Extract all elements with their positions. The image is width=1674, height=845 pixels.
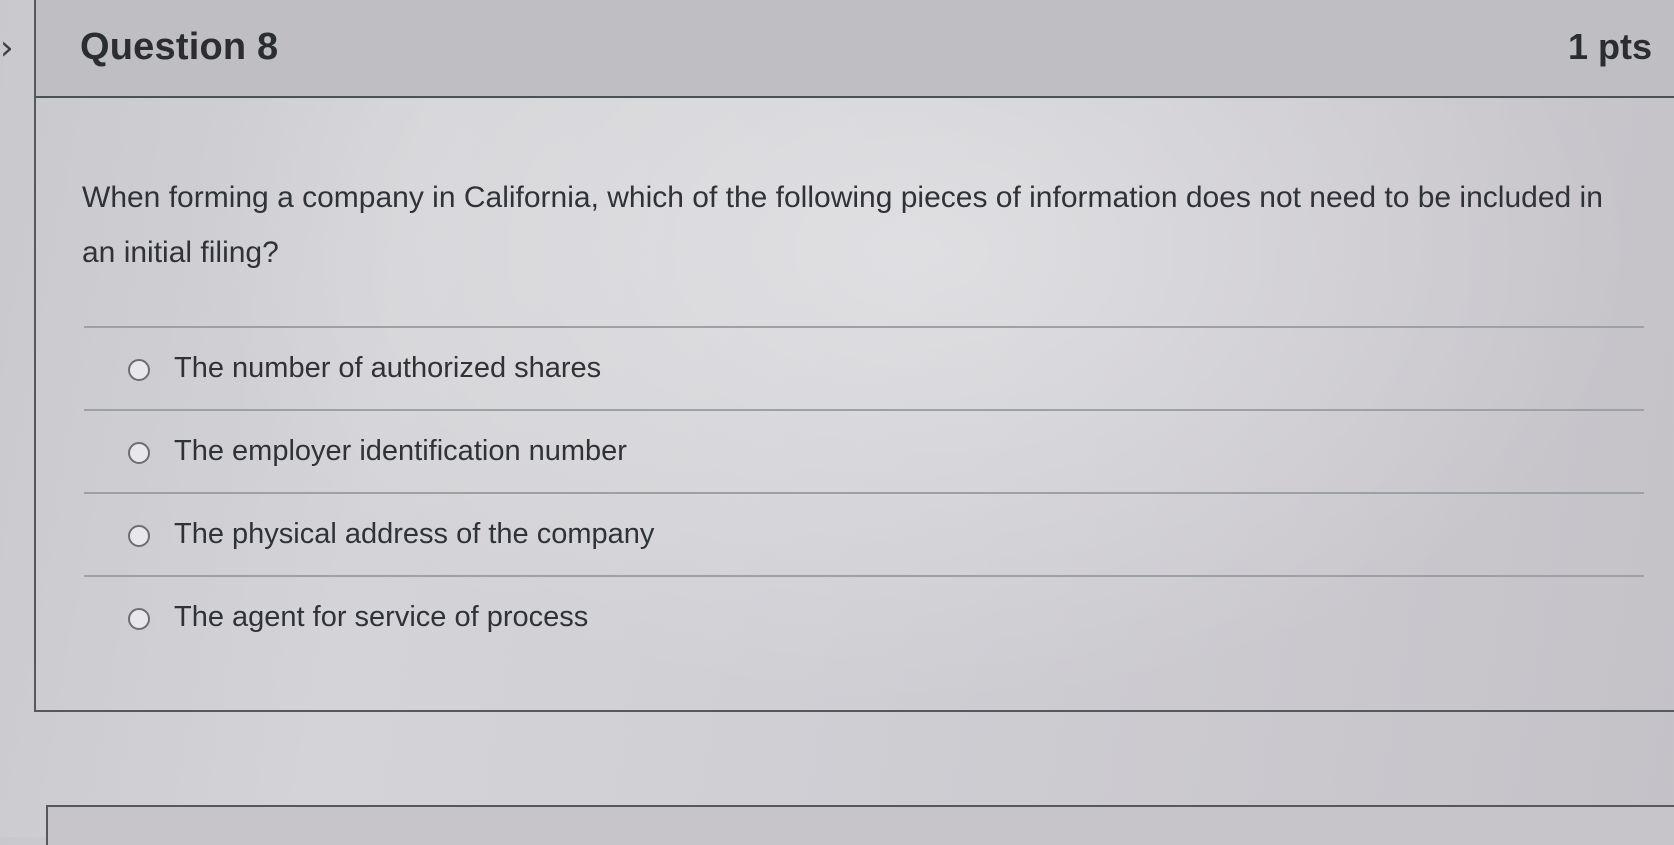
answer-label[interactable]: The number of authorized shares [174,352,601,385]
radio-button[interactable] [128,442,150,464]
radio-button[interactable] [128,525,150,547]
answer-option-1[interactable]: The number of authorized shares [84,326,1644,409]
answer-label[interactable]: The agent for service of process [174,601,588,634]
radio-button[interactable] [128,608,150,630]
question-text: When forming a company in California, wh… [82,181,1603,269]
radio-button[interactable] [128,359,150,381]
answer-list: The number of authorized shares The empl… [84,326,1644,658]
next-question-card [46,805,1674,845]
answer-option-2[interactable]: The employer identification number [84,409,1644,492]
question-card: Question 8 1 pts When forming a company … [34,0,1674,712]
answer-label[interactable]: The physical address of the company [174,518,654,551]
answer-option-4[interactable]: The agent for service of process [84,575,1644,658]
question-header: Question 8 1 pts [36,0,1674,98]
answer-option-3[interactable]: The physical address of the company [84,492,1644,575]
chevron-right-icon[interactable]: › [0,28,18,68]
question-title: Question 8 [80,26,279,68]
question-points: 1 pts [1567,26,1652,67]
answer-label[interactable]: The employer identification number [174,435,627,468]
